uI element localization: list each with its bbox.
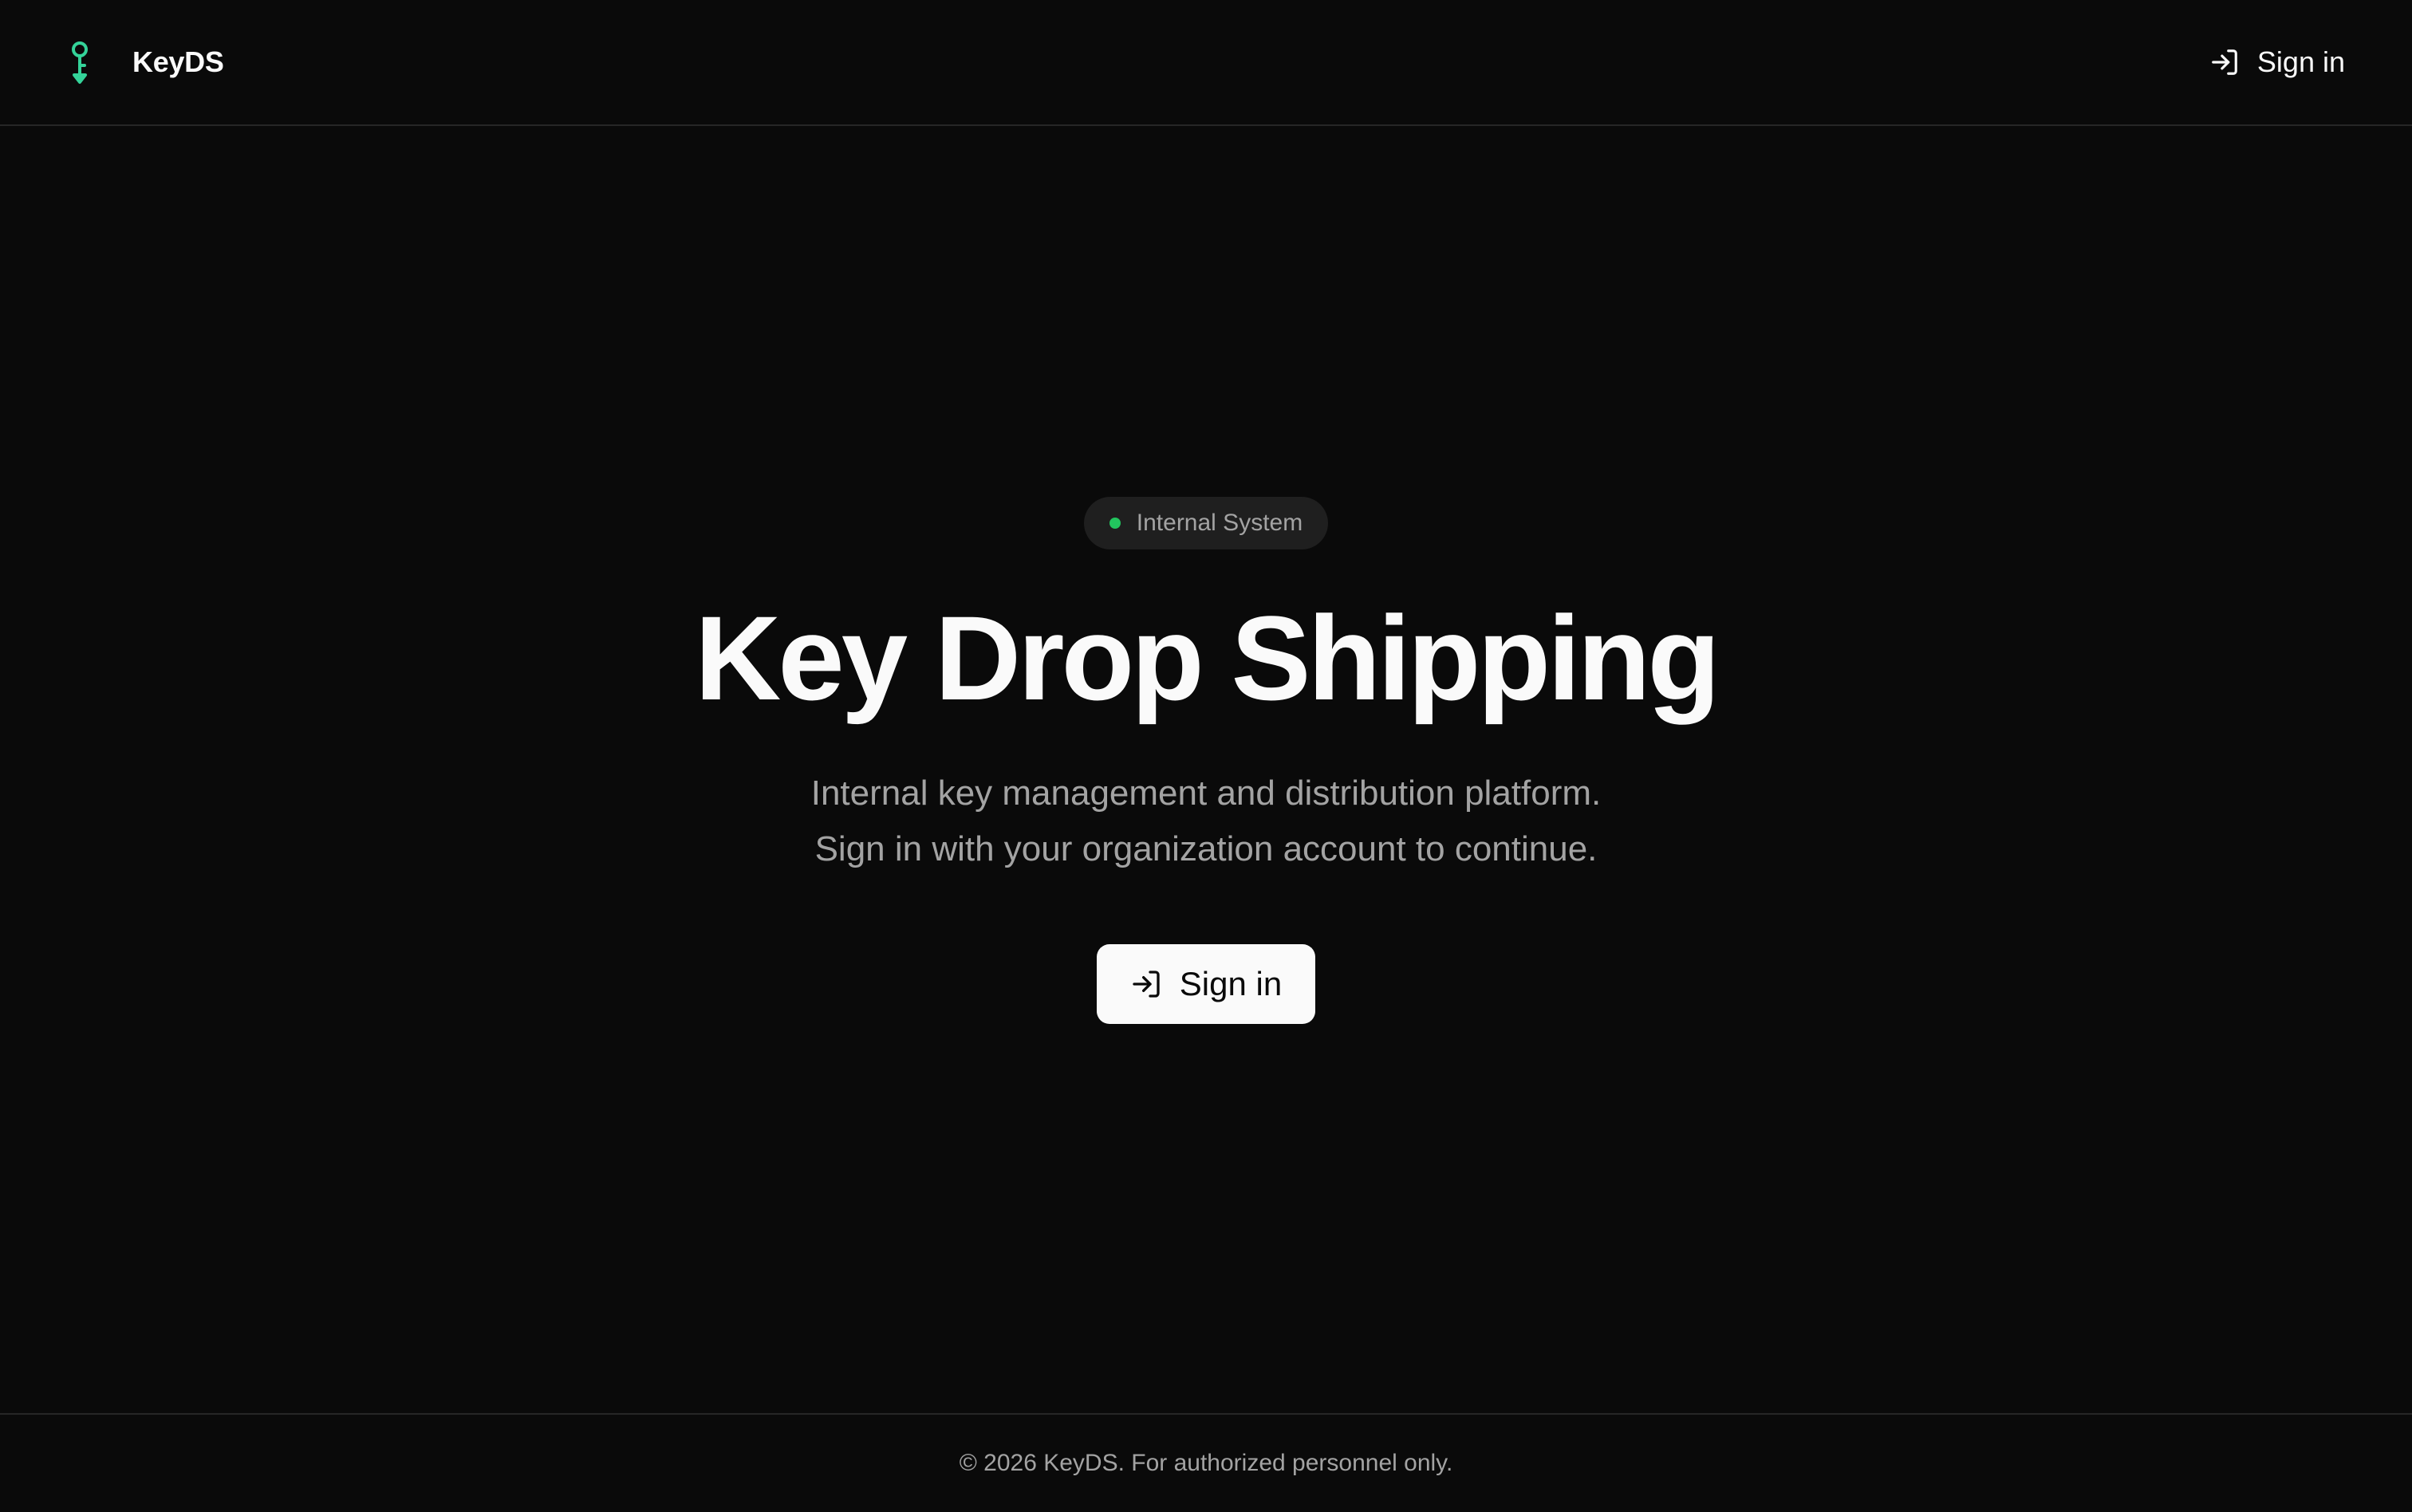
log-in-icon [2212, 49, 2237, 75]
app-root: KeyDS Sign in Internal System Key Drop S… [0, 0, 2412, 1512]
sign-in-button[interactable]: Sign in [1096, 943, 1316, 1024]
subtitle-line-2: Sign in with your organization account t… [814, 829, 1598, 868]
log-in-icon [1133, 970, 1160, 998]
key-icon [72, 41, 88, 84]
hero-section: Internal System Key Drop Shipping Intern… [0, 126, 2412, 1413]
top-header: KeyDS Sign in [0, 0, 2412, 126]
status-dot-icon [1109, 517, 1121, 529]
page-subtitle: Internal key management and distribution… [811, 766, 1602, 877]
page-title: Key Drop Shipping [695, 590, 1720, 725]
header-sign-in-label: Sign in [2256, 45, 2345, 78]
footer: © 2026 KeyDS. For authorized personnel o… [0, 1413, 2412, 1512]
footer-text: © 2026 KeyDS. For authorized personnel o… [959, 1450, 1453, 1476]
sign-in-button-label: Sign in [1179, 964, 1283, 1002]
brand-name: KeyDS [132, 45, 224, 78]
brand[interactable]: KeyDS [64, 40, 224, 85]
status-badge-label: Internal System [1136, 509, 1303, 536]
header-sign-in-button[interactable]: Sign in [2209, 45, 2345, 79]
subtitle-line-1: Internal key management and distribution… [810, 773, 1602, 813]
status-badge: Internal System [1083, 496, 1329, 549]
